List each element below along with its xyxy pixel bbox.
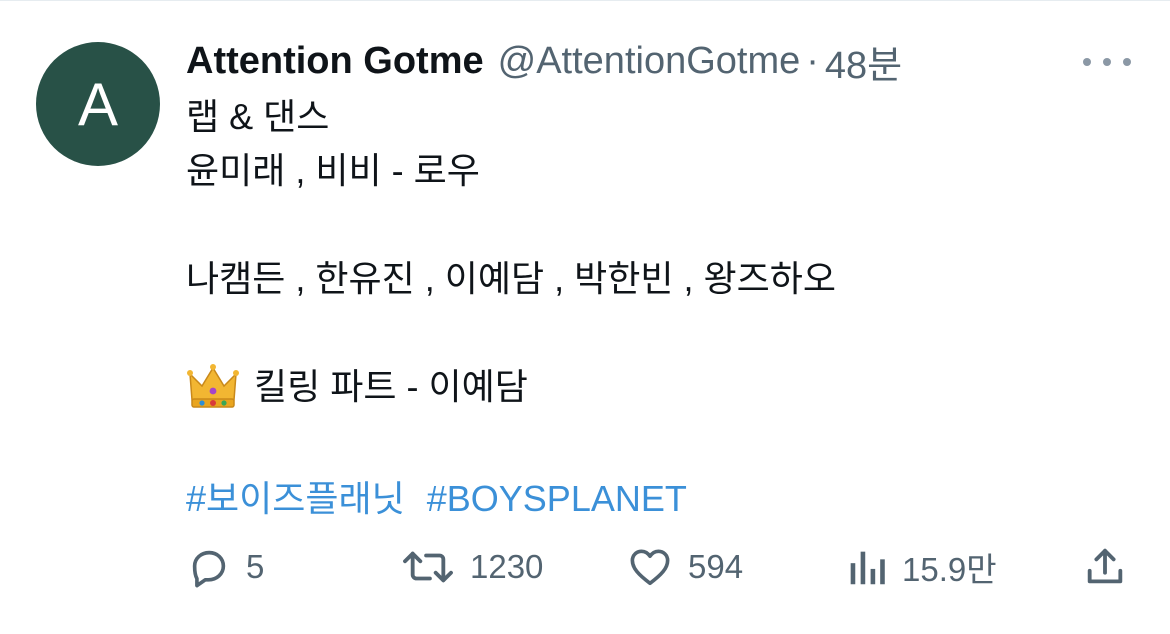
- views-button[interactable]: 15.9만: [844, 540, 997, 594]
- heart-icon: [630, 549, 670, 586]
- display-name[interactable]: Attention Gotme: [186, 40, 484, 83]
- avatar[interactable]: A: [36, 42, 160, 166]
- tweet-line: 나캠든 , 한유진 , 이예담 , 박한빈 , 왕즈하오: [186, 258, 836, 299]
- retweet-count: 1230: [470, 548, 544, 585]
- views-count: 15.9만: [902, 551, 997, 588]
- analytics-icon: [850, 551, 885, 585]
- avatar-letter: A: [77, 70, 119, 138]
- tweet-line-text: 킬링 파트 - 이예담: [254, 366, 528, 407]
- crown-emoji-icon: [187, 364, 239, 408]
- tweet-line: 랩 & 댄스: [186, 96, 330, 137]
- reply-button[interactable]: 5: [186, 540, 264, 594]
- hashtag-link[interactable]: #BOYSPLANET: [427, 472, 687, 526]
- hashtag-link[interactable]: #보이즈플래닛: [186, 472, 405, 526]
- action-bar: 5 1230 594 15.9만: [186, 540, 1136, 594]
- retweet-icon: [403, 551, 453, 583]
- tweet-header: Attention Gotme @AttentionGotme · 48분: [186, 38, 902, 87]
- tweet-text: 랩 & 댄스 윤미래 , 비비 - 로우 나캠든 , 한유진 , 이예담 , 박…: [186, 90, 1116, 526]
- share-button[interactable]: [1082, 540, 1128, 594]
- like-button[interactable]: 594: [626, 540, 743, 594]
- reply-count: 5: [246, 548, 265, 585]
- share-icon: [1087, 548, 1123, 584]
- tweet-time[interactable]: 48분: [825, 34, 902, 89]
- like-count: 594: [688, 548, 744, 585]
- hashtags: #보이즈플래닛 #BOYSPLANET: [186, 472, 1116, 526]
- reply-icon: [192, 550, 226, 588]
- user-handle[interactable]: @AttentionGotme: [498, 40, 801, 83]
- separator-dot: ·: [806, 39, 819, 82]
- more-options-icon[interactable]: [1083, 52, 1131, 72]
- retweet-button[interactable]: 1230: [400, 540, 543, 594]
- top-divider: [0, 0, 1170, 1]
- tweet-line: 윤미래 , 비비 - 로우: [186, 150, 480, 191]
- tweet-line-crown: 킬링 파트 - 이예담: [186, 360, 1116, 414]
